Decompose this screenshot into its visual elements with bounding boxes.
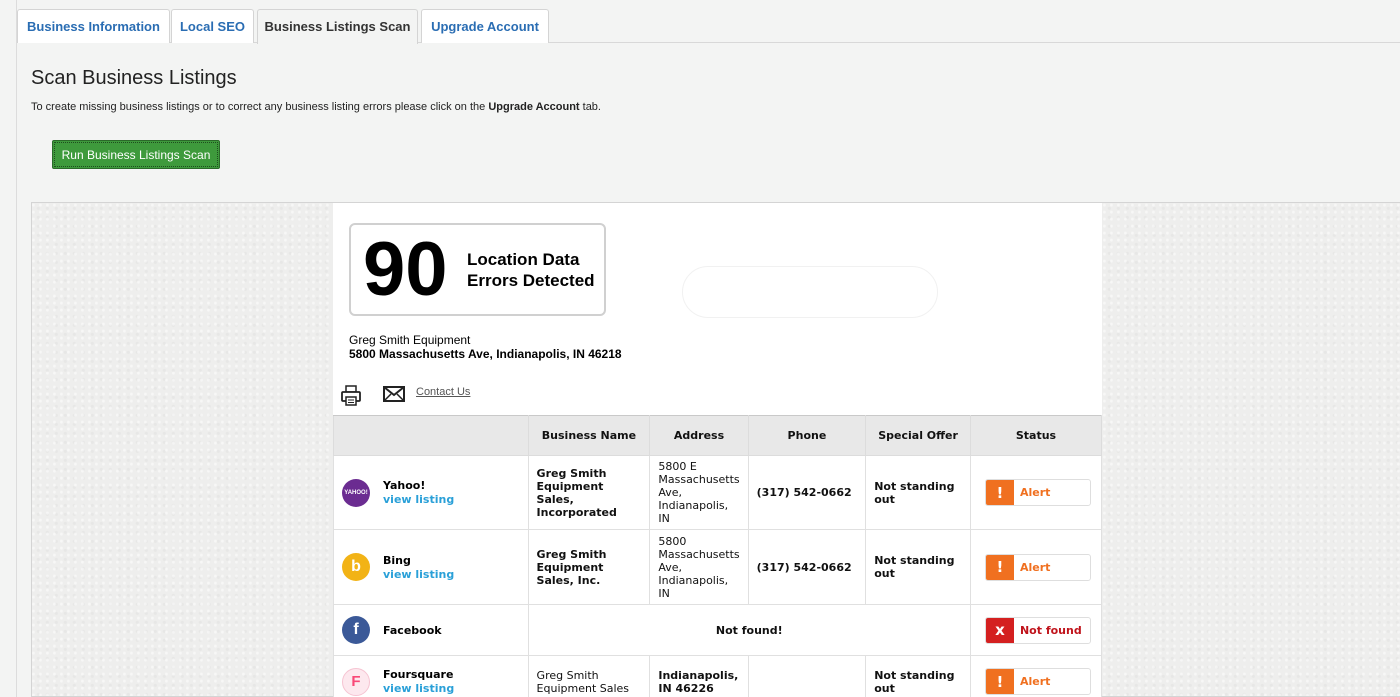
col-header-status: Status <box>969 415 1103 456</box>
instruction-pre: To create missing business listings or t… <box>31 101 489 113</box>
view-listing-link[interactable]: view listing <box>383 493 454 506</box>
col-header-phone: Phone <box>747 415 867 456</box>
contact-us-link[interactable]: Contact Us <box>416 386 470 398</box>
status-badge[interactable]: x Not found <box>984 616 1091 644</box>
bing-logo-text: b <box>351 558 361 575</box>
status-cell: x Not found <box>969 604 1103 656</box>
phone-cell: (317) 542-0662 <box>747 529 867 605</box>
yahoo-logo-text: YAHOO! <box>344 489 368 496</box>
foursquare-logo-icon: F <box>342 667 370 696</box>
app-container: Business Information Local SEO Business … <box>16 0 1400 697</box>
run-scan-button[interactable]: Run Business Listings Scan <box>52 140 220 169</box>
scan-report: 90 Location Data Errors Detected Greg Sm… <box>333 203 1103 697</box>
site-cell: b Bing view listing <box>333 529 529 605</box>
business-name: Greg Smith Equipment <box>349 333 471 347</box>
business-address: 5800 Massachusetts Ave, Indianapolis, IN… <box>349 347 622 361</box>
error-counter: 90 Location Data Errors Detected <box>349 223 606 316</box>
site-cell: YAHOO! Yahoo! view listing <box>333 455 529 530</box>
status-cell: ! Alert <box>969 655 1103 697</box>
status-text: Alert <box>1019 560 1051 574</box>
exclamation-icon: ! <box>985 480 1014 505</box>
site-name: Yahoo! <box>383 479 426 492</box>
special-offer-cell: Not standing out <box>865 455 971 530</box>
facebook-logo-text: f <box>353 621 359 638</box>
error-label: Location Data Errors Detected <box>467 249 595 291</box>
status-text: Alert <box>1019 675 1051 688</box>
table-row: f Facebook Not found! x Not found <box>333 604 1103 656</box>
status-badge[interactable]: ! Alert <box>984 479 1091 506</box>
address-cell: 5800 E Massachusetts Ave, Indianapolis, … <box>649 455 749 530</box>
exclamation-icon: ! <box>985 669 1014 694</box>
listings-table: Business Name Address Phone Special Offe… <box>333 415 1103 697</box>
col-header-business-name: Business Name <box>527 415 651 456</box>
foursquare-logo-text: F <box>351 673 361 690</box>
col-header-address: Address <box>649 415 749 456</box>
view-listing-link[interactable]: view listing <box>383 682 454 695</box>
view-listing-link[interactable]: view listing <box>383 568 454 581</box>
tab-upgrade-account[interactable]: Upgrade Account <box>421 9 549 43</box>
col-header-site <box>333 415 529 456</box>
table-row: b Bing view listing Greg Smith Equipment… <box>333 529 1103 605</box>
tab-local-seo[interactable]: Local SEO <box>171 9 254 43</box>
phone-cell: (317) 542-0662 <box>747 455 867 530</box>
table-header-row: Business Name Address Phone Special Offe… <box>333 415 1103 456</box>
site-cell: f Facebook <box>333 604 529 656</box>
empty-panel <box>682 266 938 318</box>
status-text: Alert <box>1019 486 1051 499</box>
tab-business-listings-scan[interactable]: Business Listings Scan <box>257 9 418 44</box>
tab-bar: Business Information Local SEO Business … <box>17 8 1400 44</box>
special-offer-cell: Not standing out <box>865 655 971 697</box>
business-name-cell: Greg Smith Equipment Sales <box>527 655 651 697</box>
page-title: Scan Business Listings <box>31 67 237 89</box>
table-row: F Foursquare view listing Greg Smith Equ… <box>333 655 1103 697</box>
status-cell: ! Alert <box>969 455 1103 530</box>
printer-icon[interactable] <box>341 385 361 407</box>
table-row: YAHOO! Yahoo! view listing Greg Smith Eq… <box>333 455 1103 530</box>
site-name: Facebook <box>383 623 442 637</box>
instruction-upgrade-account: Upgrade Account <box>488 101 580 113</box>
status-badge[interactable]: ! Alert <box>984 668 1091 695</box>
facebook-logo-icon: f <box>342 616 370 644</box>
address-cell: 5800 Massachusetts Ave, Indianapolis, IN <box>649 529 749 605</box>
business-name-cell: Greg Smith Equipment Sales, Inc. <box>527 529 651 605</box>
error-count: 90 <box>363 227 448 312</box>
yahoo-logo-icon: YAHOO! <box>342 478 370 507</box>
business-name-cell: Greg Smith Equipment Sales, Incorporated <box>527 455 651 530</box>
x-icon: x <box>985 617 1014 643</box>
tab-business-information[interactable]: Business Information <box>17 9 170 43</box>
status-badge[interactable]: ! Alert <box>984 553 1091 581</box>
envelope-icon[interactable] <box>383 385 405 403</box>
phone-cell <box>747 655 867 697</box>
site-name: Bing <box>383 553 411 567</box>
status-text: Not found <box>1019 623 1082 637</box>
bing-logo-icon: b <box>342 553 370 581</box>
instruction-text: To create missing business listings or t… <box>31 101 601 113</box>
status-cell: ! Alert <box>969 529 1103 605</box>
exclamation-icon: ! <box>985 554 1014 580</box>
site-cell: F Foursquare view listing <box>333 655 529 697</box>
col-header-special-offer: Special Offer <box>865 415 971 456</box>
error-label-line2: Errors Detected <box>467 271 595 290</box>
error-label-line1: Location Data <box>467 250 580 269</box>
not-found-message: Not found! <box>527 604 971 656</box>
special-offer-cell: Not standing out <box>865 529 971 605</box>
scan-report-frame: 90 Location Data Errors Detected Greg Sm… <box>31 202 1400 697</box>
instruction-post: tab. <box>579 101 601 113</box>
site-name: Foursquare <box>383 668 454 681</box>
address-cell: Indianapolis, IN 46226 <box>649 655 749 697</box>
